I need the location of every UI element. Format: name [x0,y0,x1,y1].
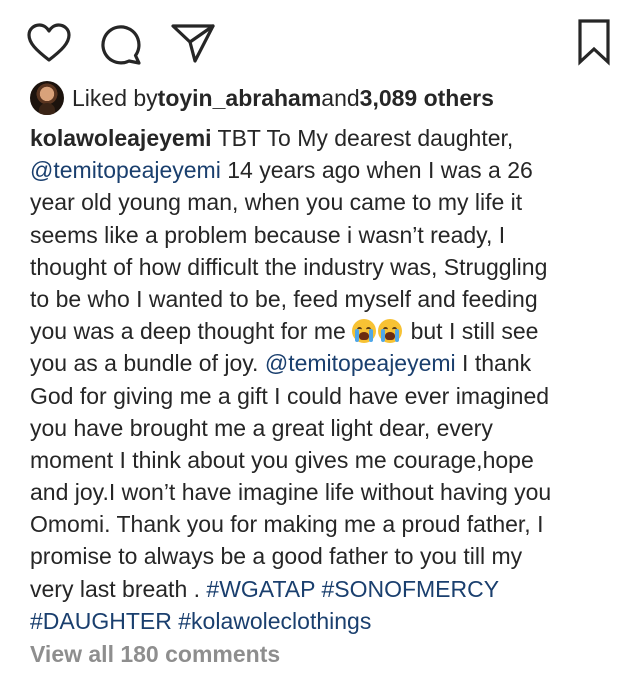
caption-line: Omomi. Thank you for making me a proud f… [30,508,620,540]
caption-line: very last breath . #WGATAP #SONOFMERCY [30,573,620,605]
caption-author-username[interactable]: kolawoleajeyemi [30,125,212,151]
comment-icon[interactable] [98,22,144,66]
post-action-bar [0,0,640,80]
caption-line: and joy.I won’t have imagine life withou… [30,476,620,508]
caption-line: promise to always be a good father to yo… [30,540,620,572]
caption-text: thought of how difficult the industry wa… [30,253,548,280]
bookmark-icon[interactable] [574,18,614,66]
share-icon[interactable] [170,22,216,64]
caption-text: seems like a problem because i wasn’t re… [30,221,506,248]
caption-text: very last breath . [30,575,207,602]
view-all-comments-link[interactable]: View all 180 comments [30,641,280,668]
caption-line: kolawoleajeyemi TBT To My dearest daught… [30,122,620,154]
caption-text: Omomi. Thank you for making me a proud f… [30,511,544,538]
caption-text: to be who I wanted to be, feed myself an… [30,285,538,312]
caption-line: seems like a problem because i wasn’t re… [30,219,620,251]
caption-text: promise to always be a good father to yo… [30,543,523,570]
caption-text: year old young man, when you came to my … [30,189,523,216]
caption-line: @temitopeajeyemi 14 years ago when I was… [30,154,620,186]
hashtag-link[interactable]: #SONOFMERCY [321,576,499,602]
heart-icon[interactable] [26,22,72,64]
likes-summary: Liked by toyin_abraham and 3,089 others [30,78,494,118]
likes-and: and [321,84,360,111]
hashtag-link[interactable]: #WGATAP [206,576,315,602]
caption-text: you as a bundle of joy. [30,350,265,377]
liker-username[interactable]: toyin_abraham [158,85,322,112]
caption-text: God for giving me a gift I could have ev… [30,382,550,409]
crying-face-emoji-icon [378,319,403,344]
caption-line: year old young man, when you came to my … [30,186,620,218]
post-caption: kolawoleajeyemi TBT To My dearest daught… [30,122,620,637]
likes-others-count[interactable]: 3,089 others [360,85,494,112]
caption-text: 14 years ago when I was a 26 [220,157,533,184]
caption-text: and joy.I won’t have imagine life withou… [30,479,552,506]
caption-line: #DAUGHTER #kolawoleclothings [30,605,620,637]
avatar[interactable] [30,81,64,115]
caption-text: but I still see [404,318,539,345]
liked-by-prefix: Liked by [72,84,158,111]
caption-text: you have brought me a great light dear, … [30,414,493,441]
mention-link[interactable]: @temitopeajeyemi [30,157,221,183]
caption-line: to be who I wanted to be, feed myself an… [30,283,620,315]
caption-line: moment I think about you gives me courag… [30,444,620,476]
mention-link[interactable]: @temitopeajeyemi [265,350,456,376]
caption-line: you as a bundle of joy. @temitopeajeyemi… [30,347,620,379]
caption-line: you have brought me a great light dear, … [30,412,620,444]
caption-text: TBT To My dearest daughter, [211,125,514,151]
hashtag-link[interactable]: #kolawoleclothings [178,608,371,634]
caption-text: you was a deep thought for me [30,318,353,345]
crying-face-emoji-icon [352,319,377,344]
hashtag-link[interactable]: #DAUGHTER [30,608,172,634]
caption-line: thought of how difficult the industry wa… [30,251,620,283]
caption-text: I thank [455,350,532,377]
caption-line: you was a deep thought for me but I stil… [30,315,620,347]
caption-line: God for giving me a gift I could have ev… [30,380,620,412]
caption-text: moment I think about you gives me courag… [30,446,534,473]
